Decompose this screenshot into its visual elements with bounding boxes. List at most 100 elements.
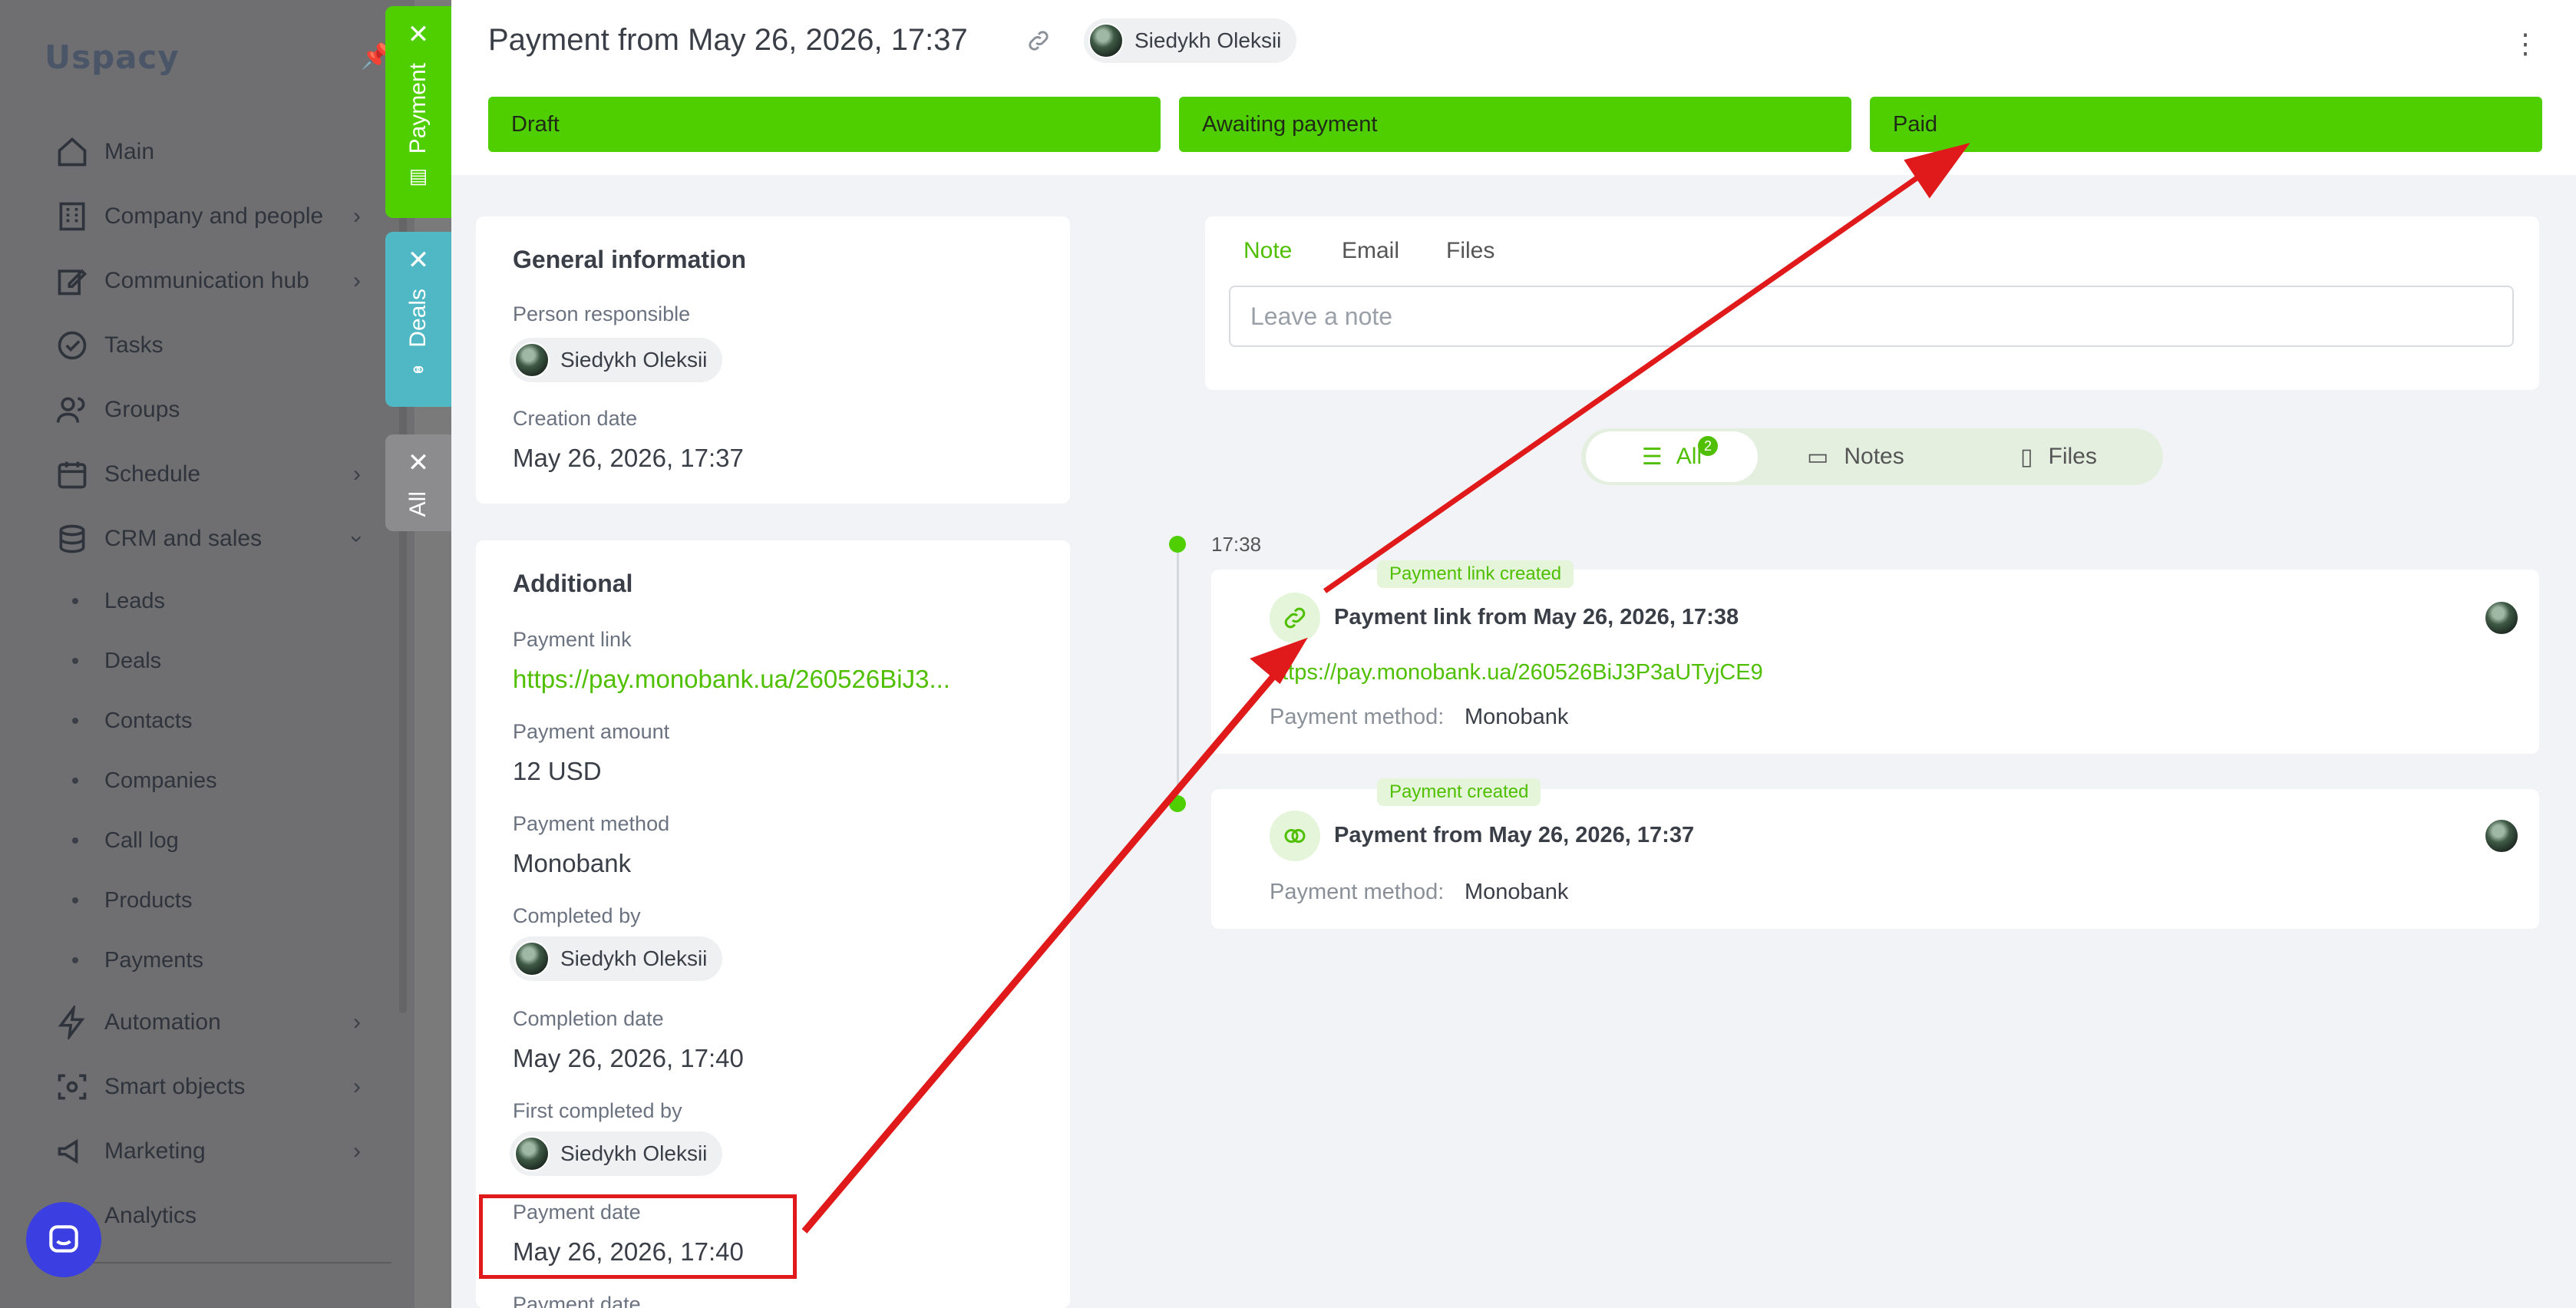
sidebar: Uspacy 📌 Main Company and people › Commu… bbox=[0, 0, 414, 1308]
additional-card: Additional Payment link https://pay.mono… bbox=[476, 540, 1070, 1308]
divider bbox=[46, 1262, 391, 1263]
sidebar-subitem-call-log[interactable]: Call log bbox=[72, 821, 179, 860]
chat-support-button[interactable] bbox=[26, 1202, 101, 1277]
sidebar-item-smart-objects[interactable]: Smart objects › bbox=[54, 1064, 361, 1110]
scan-icon bbox=[54, 1069, 91, 1105]
filter-all[interactable]: ☰ All bbox=[1586, 431, 1758, 482]
payment-method: Monobank bbox=[513, 849, 632, 877]
avatar bbox=[2484, 600, 2519, 636]
chevron-right-icon: › bbox=[353, 461, 361, 487]
avatar bbox=[2484, 818, 2519, 854]
sidebar-item-groups[interactable]: Groups bbox=[54, 387, 180, 433]
user-name: Siedykh Oleksii bbox=[1134, 28, 1282, 52]
field-label: Payment date bbox=[513, 1293, 641, 1308]
page-title: Payment from May 26, 2026, 17:37 bbox=[488, 23, 968, 57]
user-name: Siedykh Oleksii bbox=[560, 348, 708, 372]
sidebar-item-label: Company and people bbox=[104, 203, 324, 229]
sidebar-item-communication[interactable]: Communication hub › bbox=[54, 258, 361, 304]
bullet-icon bbox=[72, 837, 78, 844]
sidebar-item-company[interactable]: Company and people › bbox=[54, 193, 361, 239]
payment-link[interactable]: https://pay.monobank.ua/260526BiJ3... bbox=[513, 665, 950, 694]
field-label: First completed by bbox=[513, 1099, 682, 1122]
annotation-highlight-box bbox=[479, 1194, 797, 1279]
field-label: Creation date bbox=[513, 407, 638, 430]
event-field-label: Payment method: bbox=[1270, 705, 1445, 729]
sidebar-subitem-contacts[interactable]: Contacts bbox=[72, 702, 192, 740]
completion-date: May 26, 2026, 17:40 bbox=[513, 1044, 744, 1072]
tab-note[interactable]: Note bbox=[1243, 238, 1292, 264]
sidebar-item-main[interactable]: Main bbox=[54, 129, 154, 175]
avatar bbox=[514, 342, 550, 378]
tab-label: Deals bbox=[405, 289, 431, 348]
stage-paid[interactable]: Paid bbox=[1870, 97, 2542, 152]
section-title: General information bbox=[513, 246, 747, 273]
tab-all[interactable]: ✕ All bbox=[385, 434, 451, 531]
document-icon: ▤ bbox=[408, 164, 428, 188]
sidebar-item-tasks[interactable]: Tasks bbox=[54, 322, 163, 368]
panel-header: Payment from May 26, 2026, 17:37 Siedykh… bbox=[451, 0, 2576, 175]
stage-draft[interactable]: Draft bbox=[488, 97, 1161, 152]
avatar bbox=[1088, 23, 1124, 58]
sidebar-item-label: Main bbox=[104, 139, 155, 164]
user-name: Siedykh Oleksii bbox=[560, 1141, 708, 1165]
sidebar-item-label: Smart objects bbox=[104, 1074, 246, 1099]
sidebar-item-label: Marketing bbox=[104, 1138, 206, 1164]
sidebar-subitem-label: Companies bbox=[104, 768, 217, 793]
bullet-icon bbox=[72, 957, 78, 963]
tab-payment[interactable]: ✕ Payment ▤ bbox=[385, 6, 451, 218]
filter-files[interactable]: ▯ Files bbox=[2020, 431, 2097, 482]
tab-email[interactable]: Email bbox=[1342, 238, 1399, 264]
user-name: Siedykh Oleksii bbox=[560, 946, 708, 970]
timeline-time: 17:38 bbox=[1211, 533, 1262, 556]
note-input[interactable]: Leave a note bbox=[1229, 286, 2514, 347]
calendar-icon bbox=[54, 456, 91, 493]
close-icon[interactable]: ✕ bbox=[408, 21, 430, 48]
sidebar-item-crm[interactable]: CRM and sales › bbox=[54, 516, 370, 562]
avatar bbox=[514, 941, 550, 976]
sidebar-item-schedule[interactable]: Schedule › bbox=[54, 451, 361, 497]
responsible-chip[interactable]: Siedykh Oleksii bbox=[1084, 18, 1297, 63]
chevron-right-icon: › bbox=[353, 1009, 361, 1035]
sidebar-subitem-label: Payments bbox=[104, 947, 203, 973]
sidebar-item-label: Groups bbox=[104, 397, 180, 422]
filter-label: Files bbox=[2048, 444, 2097, 469]
sidebar-subitem-companies[interactable]: Companies bbox=[72, 761, 217, 800]
payment-icon bbox=[1270, 811, 1320, 861]
sidebar-item-automation[interactable]: Automation › bbox=[54, 999, 361, 1045]
chevron-right-icon: › bbox=[353, 268, 361, 293]
lightning-icon bbox=[54, 1004, 91, 1041]
sidebar-subitem-label: Leads bbox=[104, 588, 166, 613]
sidebar-subitem-deals[interactable]: Deals bbox=[72, 642, 161, 680]
sidebar-subitem-payments[interactable]: Payments bbox=[72, 941, 203, 979]
stage-awaiting-payment[interactable]: Awaiting payment bbox=[1179, 97, 1851, 152]
list-icon: ☰ bbox=[1641, 444, 1663, 470]
field-label: Payment link bbox=[513, 628, 632, 651]
filter-notes[interactable]: ▭ Notes bbox=[1807, 431, 1904, 482]
field-label: Payment method bbox=[513, 812, 670, 835]
close-icon[interactable]: ✕ bbox=[408, 450, 430, 476]
handshake-icon: ⚭ bbox=[410, 358, 427, 382]
bullet-icon bbox=[72, 897, 78, 903]
completed-by-chip[interactable]: Siedykh Oleksii bbox=[510, 936, 723, 981]
tab-files[interactable]: Files bbox=[1446, 238, 1494, 264]
filter-label: Notes bbox=[1844, 444, 1904, 469]
event-title: Payment link from May 26, 2026, 17:38 bbox=[1334, 605, 1739, 629]
sidebar-subitem-label: Deals bbox=[104, 648, 162, 673]
sidebar-subitem-leads[interactable]: Leads bbox=[72, 582, 165, 620]
event-link[interactable]: https://pay.monobank.ua/260526BiJ3P3aUTy… bbox=[1270, 660, 1763, 685]
close-icon[interactable]: ✕ bbox=[408, 247, 430, 273]
responsible-chip[interactable]: Siedykh Oleksii bbox=[510, 338, 723, 382]
sidebar-item-label: Analytics bbox=[104, 1203, 197, 1228]
copy-link-icon[interactable] bbox=[1025, 28, 1052, 58]
sidebar-subitem-products[interactable]: Products bbox=[72, 881, 192, 920]
tab-deals[interactable]: ✕ Deals ⚭ bbox=[385, 232, 451, 407]
sidebar-item-label: Communication hub bbox=[104, 268, 309, 293]
event-title: Payment from May 26, 2026, 17:37 bbox=[1334, 823, 1695, 847]
more-menu-icon[interactable]: ⋮ bbox=[2512, 28, 2539, 60]
bullet-icon bbox=[72, 718, 78, 724]
first-completed-chip[interactable]: Siedykh Oleksii bbox=[510, 1131, 723, 1176]
tab-label: Payment bbox=[405, 63, 431, 154]
sidebar-item-marketing[interactable]: Marketing › bbox=[54, 1128, 361, 1174]
avatar bbox=[514, 1136, 550, 1171]
payment-panel: Payment from May 26, 2026, 17:37 Siedykh… bbox=[451, 0, 2576, 1308]
